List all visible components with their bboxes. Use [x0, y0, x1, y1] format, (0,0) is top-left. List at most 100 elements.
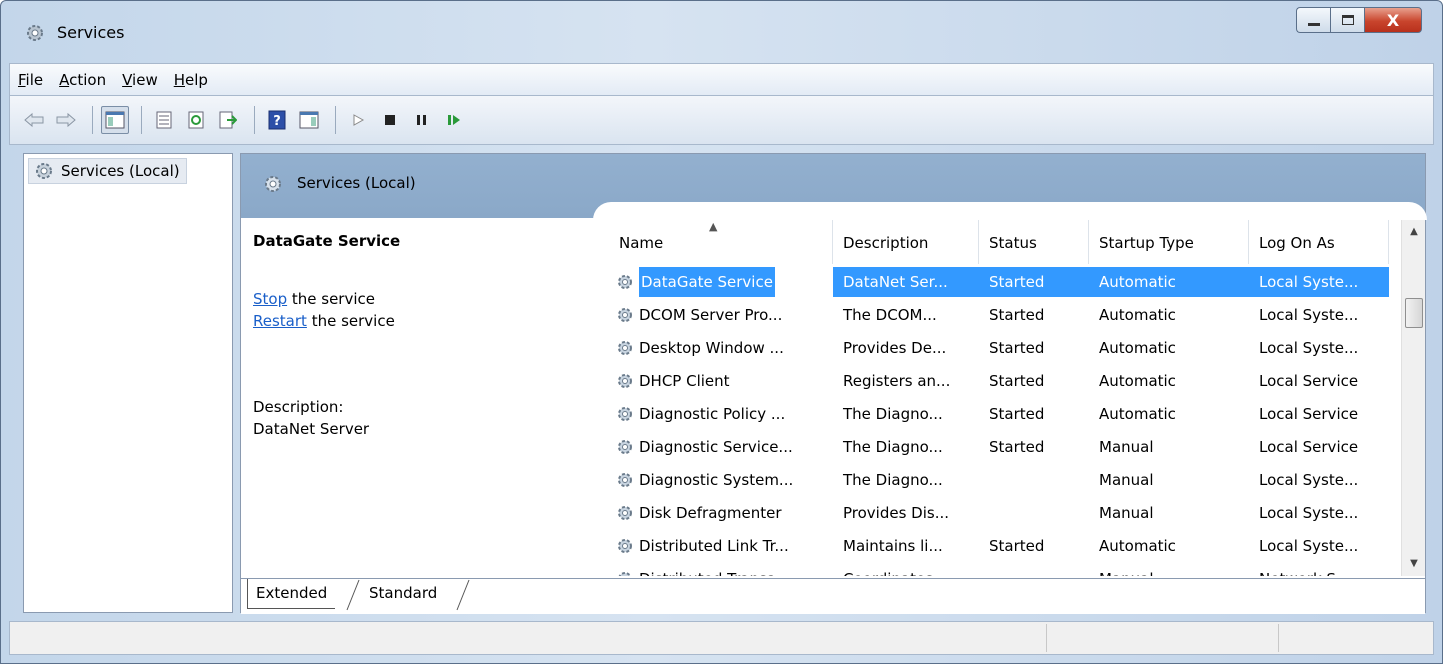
start-service-button[interactable]: [344, 106, 372, 134]
restart-icon: [448, 115, 460, 125]
stop-link[interactable]: Stop: [253, 290, 287, 308]
tree-item-label: Services (Local): [61, 162, 180, 180]
service-gear-icon: [615, 371, 635, 391]
cell-status: Started: [989, 405, 1045, 423]
cell-log-on-as: Local Service: [1259, 405, 1359, 423]
properties-icon: [156, 111, 172, 129]
cell-status: Started: [989, 537, 1045, 555]
gear-icon: [23, 21, 47, 45]
scroll-thumb[interactable]: [1405, 298, 1423, 328]
stop-icon: [385, 115, 395, 125]
minimize-button[interactable]: [1296, 7, 1330, 33]
stop-action-text: the service: [287, 290, 375, 308]
table-row[interactable]: Diagnostic Service... The Diagno... Starte…: [609, 431, 1399, 463]
service-name: Diagnostic Service...: [639, 438, 793, 456]
table-row[interactable]: Diagnostic Policy ... The Diagno... Starte…: [609, 398, 1399, 430]
cell-status: Started: [989, 372, 1045, 390]
tab-extended[interactable]: Extended: [247, 579, 336, 609]
list-header: Name ▲ Description Status Startup Type Log On…: [609, 220, 1399, 264]
restart-link[interactable]: Restart: [253, 312, 307, 330]
cell-status: [979, 498, 1089, 528]
back-button[interactable]: [20, 106, 48, 134]
cell-startup-type: Manual: [1099, 504, 1154, 522]
title-bar[interactable]: Services X: [1, 1, 1442, 57]
scroll-down-icon[interactable]: ▼: [1402, 554, 1426, 574]
tree-item-services-local[interactable]: Services (Local): [28, 158, 187, 184]
cell-status: Started: [989, 306, 1045, 324]
cell-name: Diagnostic Policy ...: [609, 399, 833, 429]
back-icon: [24, 112, 44, 128]
table-row[interactable]: Diagnostic System... The Diagno... Manual L…: [609, 464, 1399, 496]
menu-help[interactable]: Help: [174, 71, 208, 89]
scroll-up-icon[interactable]: ▲: [1402, 222, 1426, 242]
cell-log-on-as: Network S...: [1249, 564, 1389, 576]
cell-log-on-as: Local Service: [1259, 372, 1359, 390]
minimize-icon: [1307, 22, 1320, 26]
show-action-pane-button[interactable]: [295, 106, 323, 134]
selected-service-name: DataGate Service: [253, 232, 401, 250]
vertical-scrollbar[interactable]: ▲ ▼: [1401, 220, 1425, 576]
export-button[interactable]: [214, 106, 242, 134]
restart-service-button[interactable]: [440, 106, 468, 134]
maximize-icon: [1341, 15, 1354, 25]
table-row[interactable]: Distributed Transa... Coordinates... Manua…: [609, 563, 1399, 576]
description-value: DataNet Server: [253, 420, 370, 438]
svg-text:?: ?: [273, 114, 281, 129]
close-button[interactable]: X: [1364, 7, 1422, 33]
cell-startup-type: Automatic: [1089, 267, 1249, 297]
close-icon: X: [1386, 10, 1400, 30]
stop-service-button[interactable]: [376, 106, 404, 134]
toolbar-separator: [92, 106, 93, 134]
toolbar-separator: [254, 106, 255, 134]
refresh-button[interactable]: [182, 106, 210, 134]
maximize-button[interactable]: [1330, 7, 1364, 33]
menu-view[interactable]: View: [122, 71, 158, 89]
forward-button[interactable]: [52, 106, 80, 134]
menu-action[interactable]: Action: [59, 71, 106, 89]
column-header-name[interactable]: Name ▲: [609, 220, 833, 264]
stop-action: Stop the service: [253, 290, 375, 308]
service-name: Disk Defragmenter: [639, 504, 782, 522]
help-icon: ?: [268, 110, 286, 130]
service-gear-icon: [615, 470, 635, 490]
service-gear-icon: [615, 569, 635, 576]
show-hide-tree-button[interactable]: [101, 106, 129, 134]
restart-action-text: the service: [306, 312, 395, 330]
cell-name: Desktop Window ...: [609, 333, 833, 363]
service-name: Diagnostic Policy ...: [639, 405, 786, 423]
pause-service-button[interactable]: [408, 106, 436, 134]
column-header-status[interactable]: Status: [979, 220, 1089, 264]
toolbar-separator: [335, 106, 336, 134]
cell-log-on-as: Local Syste...: [1249, 267, 1389, 297]
cell-description: DataNet Ser...: [833, 267, 979, 297]
header-divider: [241, 218, 593, 220]
help-button[interactable]: ?: [263, 106, 291, 134]
window-title: Services: [57, 23, 125, 42]
table-row[interactable]: Distributed Link Tr... Maintains li... Sta…: [609, 530, 1399, 562]
table-row[interactable]: DHCP Client Registers an... Started Automat…: [609, 365, 1399, 397]
cell-description: Provides Dis...: [843, 504, 950, 522]
service-name: Distributed Link Tr...: [639, 537, 789, 555]
table-row[interactable]: Desktop Window ... Provides De... Started A…: [609, 332, 1399, 364]
show-hide-tree-icon: [105, 111, 125, 129]
table-row[interactable]: DataGate Service DataNet Ser... Started Aut…: [609, 266, 1399, 298]
menu-file[interactable]: File: [18, 71, 43, 89]
pane-title: Services (Local): [297, 174, 416, 192]
status-divider: [1278, 624, 1279, 652]
column-header-description[interactable]: Description: [833, 220, 979, 264]
tab-divider: [456, 579, 470, 611]
gear-icon: [36, 163, 52, 179]
service-name: Desktop Window ...: [639, 339, 784, 357]
refresh-icon: [188, 111, 204, 129]
tab-standard[interactable]: Standard: [361, 579, 445, 609]
table-row[interactable]: Disk Defragmenter Provides Dis... Manual Lo…: [609, 497, 1399, 529]
cell-log-on-as: Local Syste...: [1259, 306, 1359, 324]
cell-name: Disk Defragmenter: [609, 498, 833, 528]
table-row[interactable]: DCOM Server Pro... The DCOM... Started Auto…: [609, 299, 1399, 331]
cell-description: Maintains li...: [843, 537, 943, 555]
column-header-startup-type[interactable]: Startup Type: [1089, 220, 1249, 264]
service-gear-icon: [615, 536, 635, 556]
properties-button[interactable]: [150, 106, 178, 134]
cell-startup-type: Manual: [1099, 438, 1154, 456]
column-header-log-on-as[interactable]: Log On As: [1249, 220, 1389, 264]
